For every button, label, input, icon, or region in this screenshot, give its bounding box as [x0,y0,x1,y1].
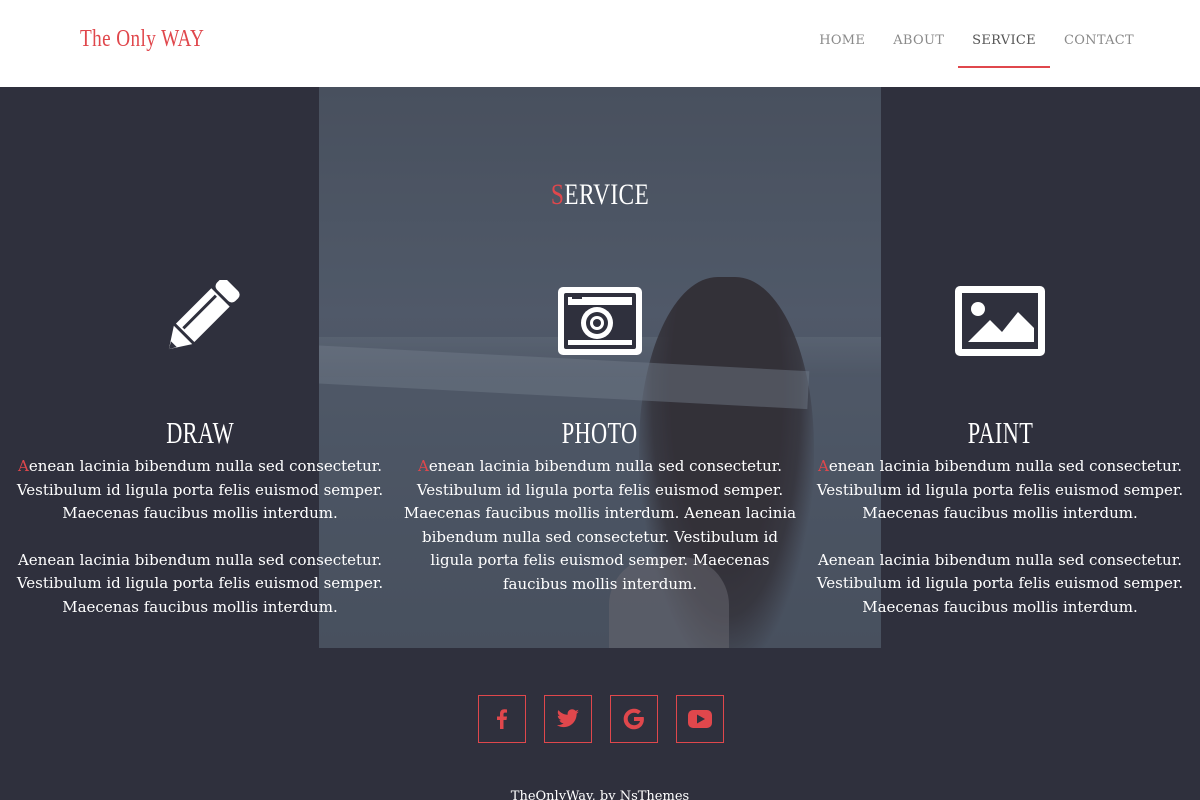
service-title-photo: PHOTO [562,415,638,450]
footer-credit: TheOnlyWay, by NsThemes [510,789,690,800]
drop-initial: A [17,457,29,475]
service-paragraph: Aenean lacinia bibendum nulla sed consec… [816,550,1184,616]
main-nav: HOME ABOUT SERVICE CONTACT [805,0,1148,87]
nav-item-about[interactable]: ABOUT [879,0,958,87]
camera-icon [558,287,642,355]
service-paint: PAINT Aenean lacinia bibendum nulla sed … [800,280,1200,642]
google-icon [623,708,644,730]
drop-initial: A [817,457,829,475]
service-text-photo: Aenean lacinia bibendum nulla sed consec… [400,455,800,596]
facebook-button[interactable] [478,695,526,743]
social-links [478,695,724,743]
service-text-paint: Aenean lacinia bibendum nulla sed consec… [800,455,1200,619]
twitter-button[interactable] [544,695,592,743]
youtube-icon [688,710,712,728]
section-title: SERVICE [0,178,1200,212]
service-draw: DRAW Aenean lacinia bibendum nulla sed c… [0,280,400,642]
paragraph-text: enean lacinia bibendum nulla sed consect… [403,457,797,593]
service-paragraph: Aenean lacinia bibendum nulla sed consec… [16,550,384,616]
section-title-rest: ERVICE [564,178,650,211]
google-button[interactable] [610,695,658,743]
service-title-draw: DRAW [166,415,234,450]
nav-item-contact[interactable]: CONTACT [1050,0,1148,87]
service-title-paint: PAINT [967,415,1033,450]
twitter-icon [556,709,579,728]
drop-initial: A [417,457,429,475]
facebook-icon [497,709,507,729]
paragraph-text: enean lacinia bibendum nulla sed consect… [16,457,384,522]
youtube-button[interactable] [676,695,724,743]
service-photo: PHOTO Aenean lacinia bibendum nulla sed … [400,280,800,619]
service-paragraph: Aenean lacinia bibendum nulla sed consec… [800,455,1200,526]
service-text-draw: Aenean lacinia bibendum nulla sed consec… [0,455,400,619]
site-logo[interactable]: The Only WAY [80,26,204,53]
service-paragraph: Aenean lacinia bibendum nulla sed consec… [0,455,400,526]
section-title-initial: S [550,178,565,211]
nav-item-home[interactable]: HOME [805,0,879,87]
image-icon [955,286,1045,356]
nav-item-service[interactable]: SERVICE [958,0,1050,87]
pencil-icon [168,280,240,350]
site-header: The Only WAY HOME ABOUT SERVICE CONTACT [0,0,1200,87]
paragraph-text: enean lacinia bibendum nulla sed consect… [816,457,1184,522]
service-paragraph: Aenean lacinia bibendum nulla sed consec… [400,455,800,596]
